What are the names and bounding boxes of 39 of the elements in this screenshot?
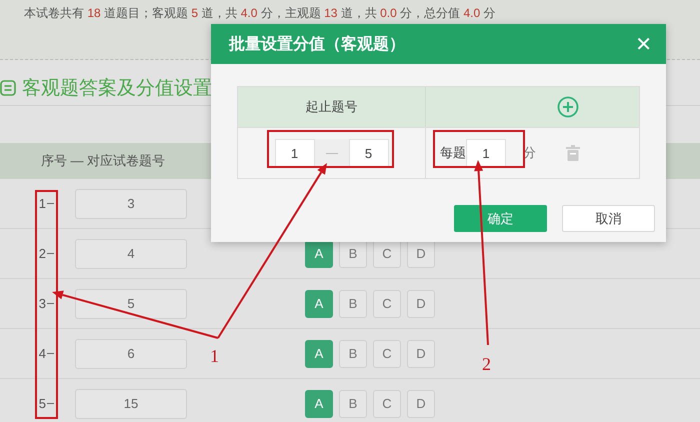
- answer-option[interactable]: A: [305, 390, 333, 418]
- range-start-field[interactable]: 1: [274, 139, 314, 167]
- answer-option[interactable]: A: [305, 340, 333, 368]
- summary-text: 本试卷共有 18 道题目；客观题 5 道，共 4.0 分，主观题 13 道，共 0.0 分，总分值 4.0 分: [24, 5, 497, 22]
- row-number: 1: [38, 196, 47, 211]
- add-icon[interactable]: [556, 96, 578, 118]
- range-end-field[interactable]: 5: [348, 139, 388, 167]
- column-header: 起止题号: [306, 98, 358, 116]
- question-number-field[interactable]: 5: [75, 288, 187, 318]
- answer-option[interactable]: C: [373, 340, 401, 368]
- column-header: 序号 — 对应试卷题号: [40, 152, 166, 170]
- question-number-field[interactable]: 15: [75, 388, 187, 418]
- row-number: 5: [38, 396, 47, 411]
- answer-option[interactable]: B: [339, 340, 367, 368]
- per-question-label: 每题: [440, 144, 466, 162]
- answer-option[interactable]: B: [339, 290, 367, 318]
- section-title: 客观题答案及分值设置: [22, 76, 212, 100]
- row-number: 4: [38, 346, 47, 361]
- annotation-label: 1: [210, 347, 219, 365]
- collapse-icon[interactable]: [0, 80, 16, 96]
- question-number-field[interactable]: 6: [75, 338, 187, 368]
- question-number-field[interactable]: 4: [75, 238, 187, 268]
- answer-option[interactable]: B: [339, 390, 367, 418]
- answer-option[interactable]: A: [305, 290, 333, 318]
- answer-option[interactable]: C: [373, 290, 401, 318]
- answer-option[interactable]: C: [373, 390, 401, 418]
- confirm-button[interactable]: 确定: [454, 205, 547, 232]
- answer-option[interactable]: D: [407, 340, 435, 368]
- trash-icon[interactable]: [566, 145, 580, 161]
- dialog-title: 批量设置分值（客观题）: [229, 34, 405, 54]
- question-number-field[interactable]: 3: [75, 188, 187, 218]
- score-field[interactable]: 1: [466, 139, 506, 167]
- answer-option[interactable]: D: [407, 290, 435, 318]
- close-button[interactable]: ✕: [635, 32, 652, 56]
- annotation-label: 2: [482, 355, 491, 373]
- row-number: 2: [38, 246, 47, 261]
- cancel-button[interactable]: 取消: [562, 205, 655, 232]
- row-number: 3: [38, 296, 47, 311]
- answer-option[interactable]: D: [407, 390, 435, 418]
